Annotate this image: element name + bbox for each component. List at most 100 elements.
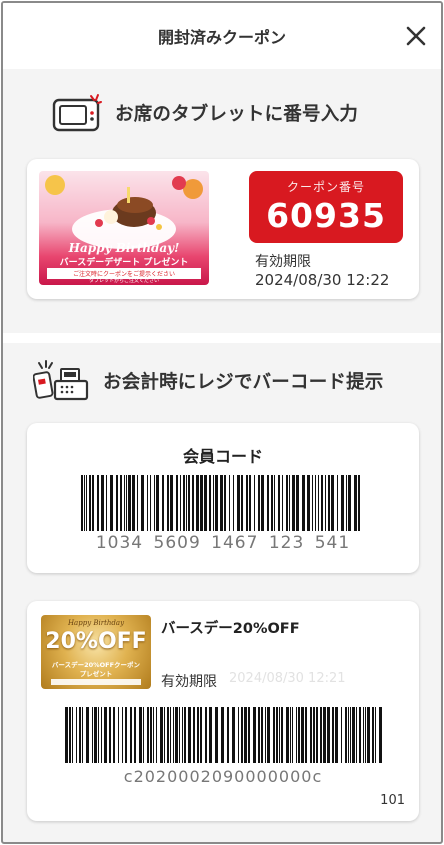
banner-script: Happy Birthday <box>67 619 125 627</box>
barcode-bar <box>150 475 151 531</box>
barcode-bar <box>86 707 89 763</box>
banner-footnote: タブレットからご注文ください <box>88 278 159 284</box>
section-register-title: お会計時にレジでバーコード提示 <box>33 359 384 403</box>
banner-big: 20%OFF <box>45 629 147 654</box>
barcode-bar <box>137 475 138 531</box>
barcode-bar <box>359 707 361 763</box>
member-barcode <box>81 475 360 531</box>
barcode-bar <box>86 475 87 531</box>
barcode-bar <box>273 707 275 763</box>
barcode-bar <box>328 475 330 531</box>
barcode-bar <box>153 707 154 763</box>
barcode-bar <box>116 475 118 531</box>
barcode-bar <box>278 475 280 531</box>
barcode-bar <box>267 475 269 531</box>
barcode-bar <box>97 475 99 531</box>
barcode-bar <box>312 475 313 531</box>
barcode-bar <box>261 475 264 531</box>
barcode-bar <box>106 475 107 531</box>
barcode-bar <box>170 707 171 763</box>
banner-subline: バースデーデザート プレゼント <box>59 258 189 268</box>
barcode-bar <box>345 707 347 763</box>
barcode-bar <box>182 707 183 763</box>
barcode-bar <box>315 475 316 531</box>
barcode-bar <box>162 475 164 531</box>
barcode-bar <box>101 475 104 531</box>
barcode-bar <box>246 475 248 531</box>
birthday-coupon-title: バースデー20%OFF <box>161 621 300 637</box>
barcode-bar <box>128 475 131 531</box>
birthday-expiry-label: 有効期限 <box>161 674 217 690</box>
barcode-bar <box>176 475 178 531</box>
barcode-bar <box>248 707 250 763</box>
barcode-bar <box>98 707 99 763</box>
barcode-bar <box>258 707 260 763</box>
barcode-bar <box>354 475 357 531</box>
barcode-bar <box>271 475 273 531</box>
barcode-bar <box>292 475 295 531</box>
barcode-bar <box>325 475 326 531</box>
barcode-bar <box>346 475 347 531</box>
barcode-bar <box>154 475 155 531</box>
barcode-bar <box>160 707 163 763</box>
barcode-bar <box>258 475 260 531</box>
barcode-bar <box>184 707 186 763</box>
app-frame: 開封済みクーポン お席のタブレットに番号入力 Happy Birthday! バ… <box>1 1 443 844</box>
barcode-bar <box>72 707 73 763</box>
birthday-barcode <box>65 707 382 763</box>
barcode-bar <box>323 707 326 763</box>
barcode-bar <box>289 475 290 531</box>
barcode-bar <box>167 475 169 531</box>
barcode-bar <box>282 475 283 531</box>
barcode-bar <box>244 707 247 763</box>
barcode-bar <box>279 707 280 763</box>
barcode-bar <box>356 707 357 763</box>
barcode-bar <box>274 475 275 531</box>
barcode-bar <box>79 707 81 763</box>
barcode-bar <box>241 475 243 531</box>
barcode-bar <box>183 475 185 531</box>
close-icon[interactable] <box>405 25 427 47</box>
barcode-bar <box>180 475 181 531</box>
barcode-bar <box>358 475 360 531</box>
barcode-bar <box>296 475 299 531</box>
barcode-bar <box>209 707 212 763</box>
barcode-bar <box>372 707 374 763</box>
barcode-bar <box>281 707 283 763</box>
barcode-bar <box>348 475 351 531</box>
barcode-bar <box>147 707 149 763</box>
register-icon <box>33 360 89 401</box>
section-register-label: お会計時にレジでバーコード提示 <box>103 372 384 393</box>
barcode-bar <box>301 707 304 763</box>
barcode-bar <box>173 707 174 763</box>
barcode-bar <box>233 475 234 531</box>
section-tablet-title: お席のタブレットに番号入力 <box>51 93 358 133</box>
barcode-bar <box>286 475 288 531</box>
barcode-bar <box>167 707 169 763</box>
coupon-code: 60935 <box>266 196 386 235</box>
tablet-icon <box>52 94 102 132</box>
barcode-bar <box>350 707 351 763</box>
barcode-bar <box>290 707 291 763</box>
barcode-bar <box>104 707 107 763</box>
barcode-bar <box>124 475 125 531</box>
barcode-bar <box>237 475 240 531</box>
barcode-bar <box>205 707 207 763</box>
barcode-bar <box>188 475 190 531</box>
barcode-bar <box>139 707 142 763</box>
barcode-bar <box>156 475 159 531</box>
barcode-bar <box>89 475 91 531</box>
barcode-bar <box>134 707 136 763</box>
barcode-bar <box>209 475 211 531</box>
barcode-bar <box>238 707 239 763</box>
coupon-expiry-label: 有効期限 <box>255 254 311 270</box>
barcode-bar <box>130 707 132 763</box>
barcode-bar <box>109 707 111 763</box>
barcode-bar <box>122 707 123 763</box>
header-bar: 開封済みクーポン <box>3 3 441 69</box>
barcode-bar <box>143 707 144 763</box>
barcode-bar <box>341 475 344 531</box>
barcode-bar <box>92 707 93 763</box>
barcode-bar <box>150 707 152 763</box>
section-divider-inner <box>3 335 441 341</box>
